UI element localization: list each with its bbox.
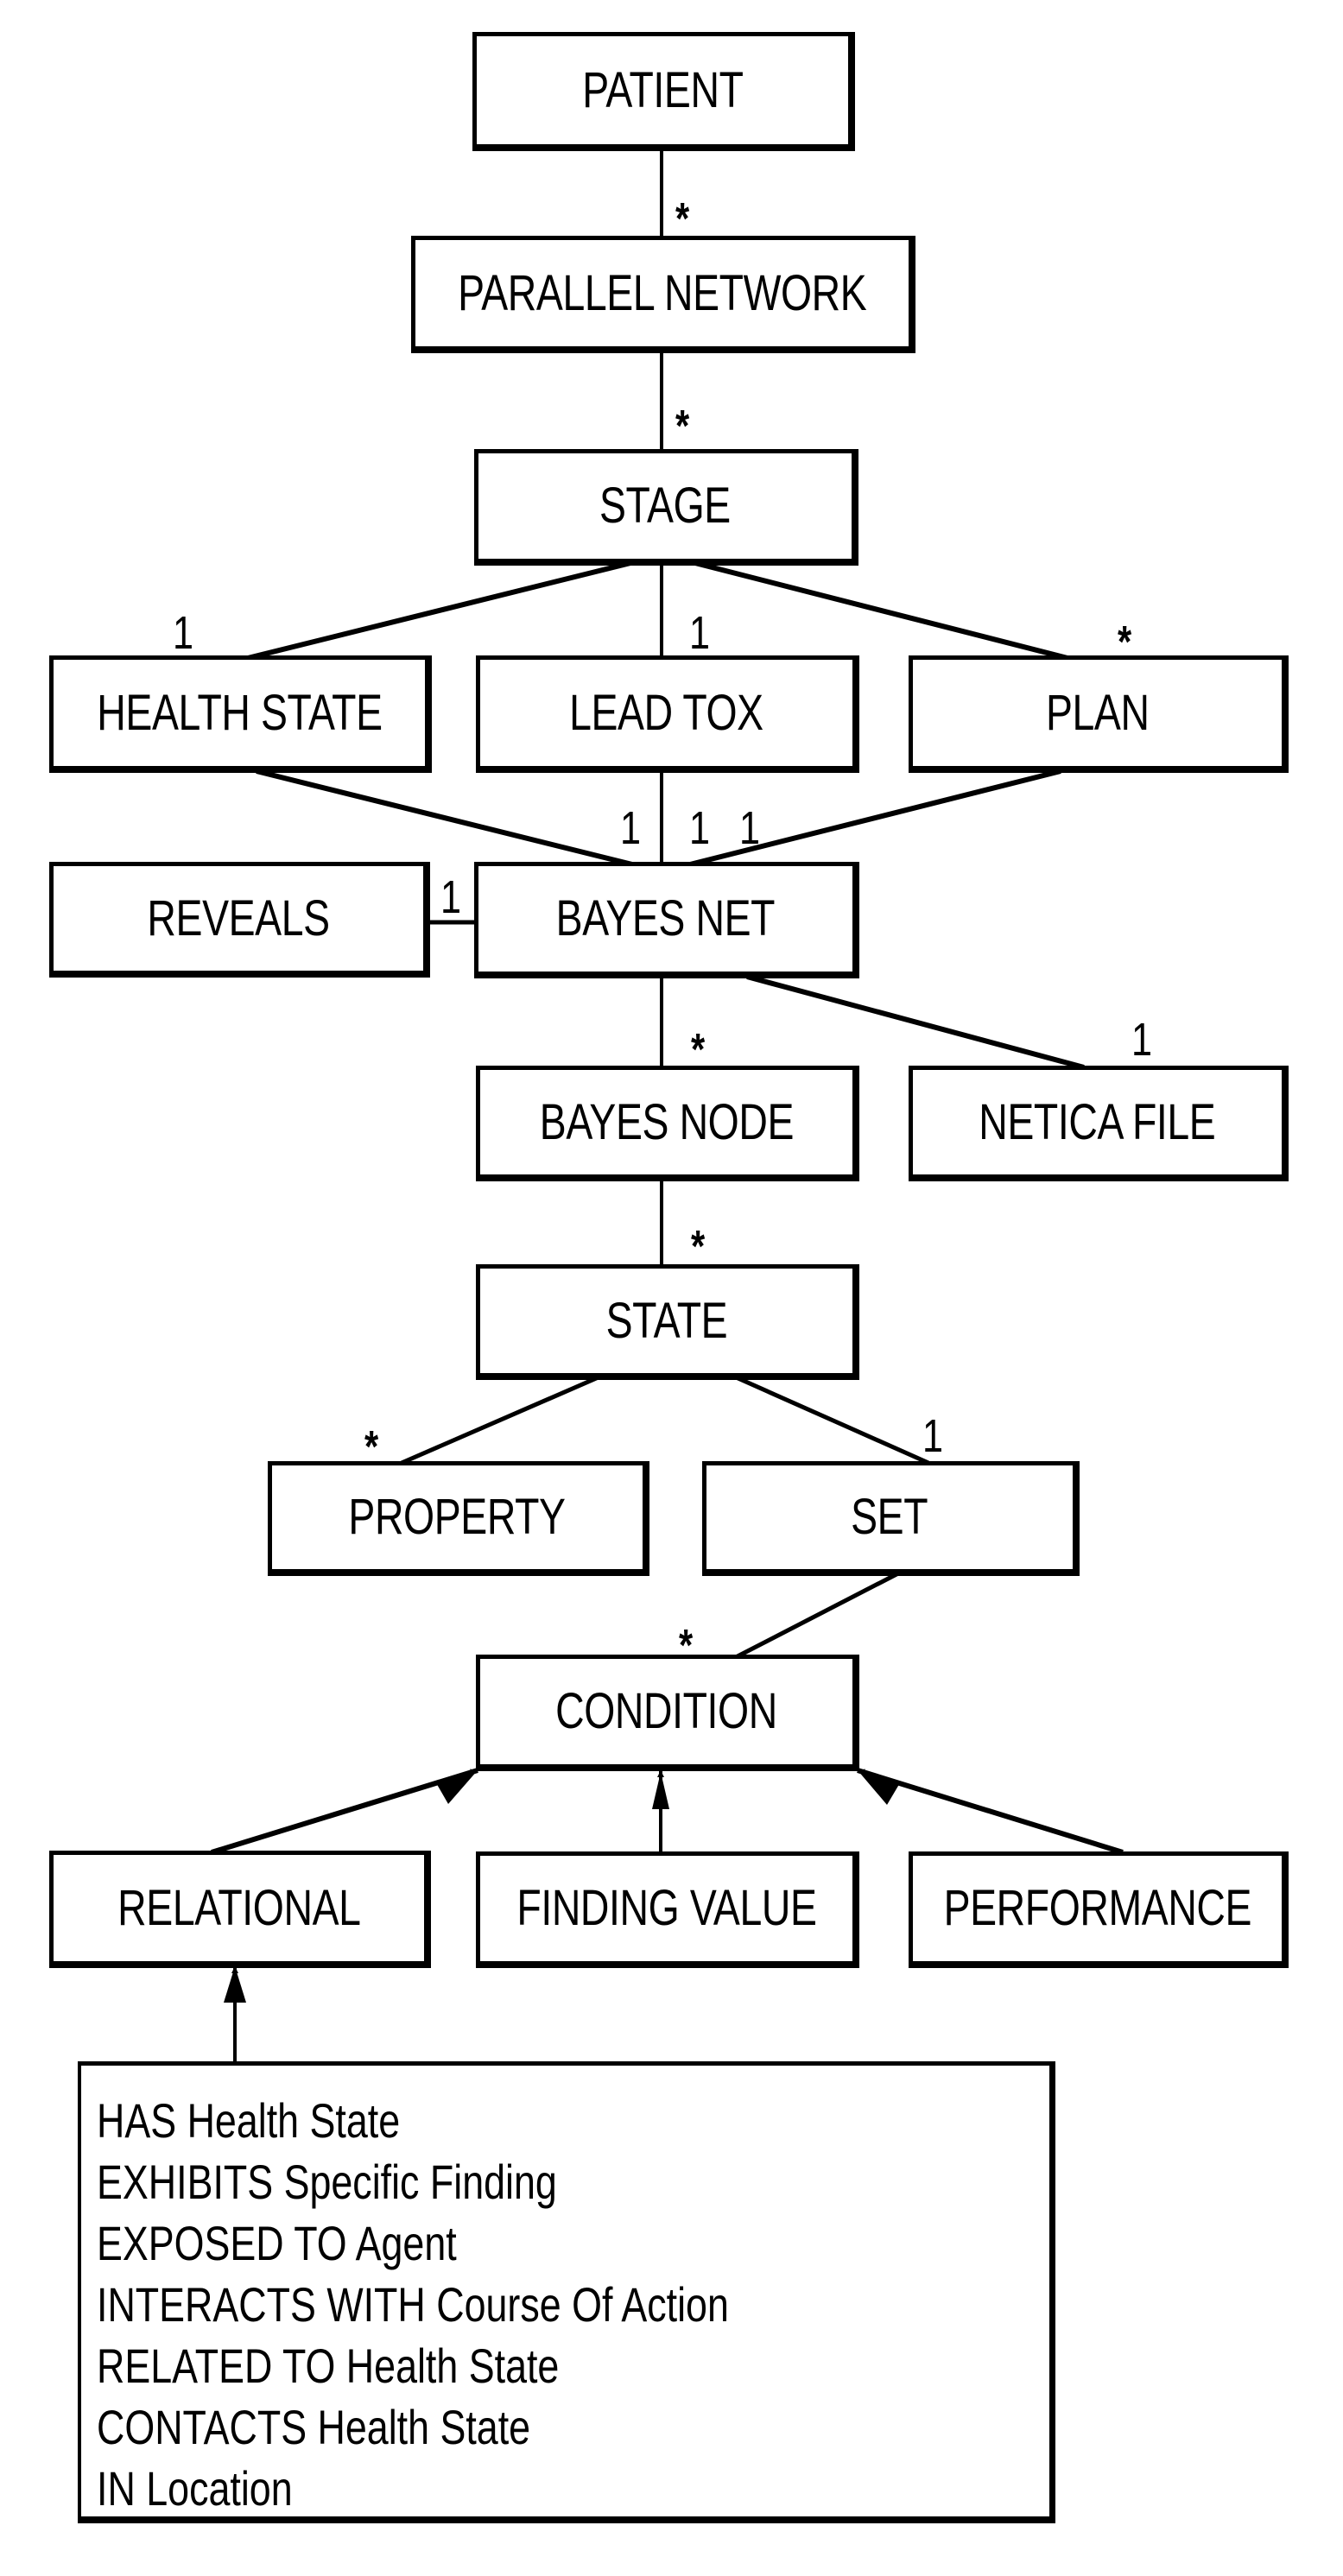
class-box-parallel-network[interactable]: PARALLEL NETWORK — [411, 236, 915, 353]
class-box-performance[interactable]: PERFORMANCE — [909, 1851, 1289, 1968]
class-box-bayes-net[interactable]: BAYES NET — [474, 862, 859, 978]
multiplicity-label: 1 — [689, 607, 711, 659]
class-box-patient[interactable]: PATIENT — [472, 32, 855, 151]
relation-item: CONTACTS Health State — [97, 2400, 531, 2454]
class-label: PROPERTY — [348, 1489, 567, 1545]
diagram-canvas: PATIENT PARALLEL NETWORK STAGE HEALTH ST… — [0, 0, 1343, 2576]
link-stage-health-state — [247, 560, 631, 661]
class-box-health-state[interactable]: HEALTH STATE — [49, 655, 432, 773]
relation-item: HAS Health State — [97, 2093, 401, 2148]
multiplicity-label: * — [679, 1621, 694, 1671]
class-label: PARALLEL NETWORK — [457, 264, 867, 321]
class-label: BAYES NET — [555, 890, 776, 946]
multiplicity-label: * — [675, 402, 690, 452]
multiplicity-label: 1 — [739, 802, 761, 854]
class-label: REVEALS — [147, 889, 330, 946]
class-box-lead-tox[interactable]: LEAD TOX — [476, 655, 859, 773]
class-box-property[interactable]: PROPERTY — [268, 1461, 649, 1576]
class-label: SET — [851, 1489, 928, 1545]
class-label: HEALTH STATE — [96, 684, 383, 741]
class-label: FINDING VALUE — [516, 1880, 817, 1936]
class-box-netica-file[interactable]: NETICA FILE — [909, 1066, 1289, 1181]
class-label: STATE — [605, 1292, 727, 1349]
multiplicity-label: * — [691, 1025, 706, 1075]
class-label: LEAD TOX — [569, 684, 763, 741]
class-box-plan[interactable]: PLAN — [909, 655, 1289, 773]
multiplicity-label: * — [1118, 617, 1132, 668]
class-label: PATIENT — [581, 61, 744, 118]
class-label: RELATIONAL — [117, 1879, 361, 1936]
relation-item: EXHIBITS Specific Finding — [97, 2155, 557, 2209]
multiplicity-label: * — [691, 1222, 706, 1272]
class-box-stage[interactable]: STAGE — [474, 449, 858, 566]
link-set-condition — [734, 1571, 900, 1660]
class-box-reveals[interactable]: REVEALS — [49, 862, 430, 978]
relation-item: INTERACTS WITH Course Of Action — [97, 2277, 729, 2332]
class-box-set[interactable]: SET — [702, 1461, 1080, 1576]
multiplicity-label: 1 — [173, 607, 194, 659]
multiplicity-label: 1 — [620, 802, 642, 854]
relations-box[interactable]: HAS Health State EXHIBITS Specific Findi… — [78, 2061, 1055, 2523]
class-label: STAGE — [599, 478, 731, 534]
class-label: NETICA FILE — [979, 1093, 1216, 1150]
multiplicity-label: 1 — [1131, 1014, 1153, 1066]
class-label: CONDITION — [555, 1683, 777, 1739]
arrowhead-relations-box — [224, 1966, 246, 2003]
arrowhead-finding-value — [652, 1772, 669, 1809]
multiplicity-label: 1 — [922, 1410, 944, 1462]
multiplicity-label: 1 — [689, 802, 711, 854]
link-state-property — [401, 1374, 601, 1465]
class-box-condition[interactable]: CONDITION — [476, 1655, 859, 1771]
class-label: BAYES NODE — [539, 1093, 794, 1150]
link-bayes-net-netica-file — [746, 974, 1085, 1070]
link-state-set — [732, 1374, 930, 1465]
multiplicity-label: * — [675, 194, 690, 244]
class-box-relational[interactable]: RELATIONAL — [49, 1851, 431, 1968]
class-box-finding-value[interactable]: FINDING VALUE — [476, 1851, 859, 1968]
relation-item: IN Location — [97, 2461, 293, 2516]
link-health-state-bayes-net — [256, 769, 633, 867]
link-stage-plan — [694, 560, 1068, 661]
class-label: PERFORMANCE — [943, 1880, 1251, 1936]
class-label: PLAN — [1045, 684, 1150, 741]
class-box-bayes-node[interactable]: BAYES NODE — [476, 1066, 859, 1181]
class-box-state[interactable]: STATE — [476, 1264, 859, 1380]
relation-item: EXPOSED TO Agent — [97, 2216, 457, 2270]
multiplicity-label: * — [364, 1422, 379, 1472]
relations-list: HAS Health State EXHIBITS Specific Findi… — [97, 2090, 887, 2519]
multiplicity-label: 1 — [440, 871, 462, 923]
relation-item: RELATED TO Health State — [97, 2339, 560, 2393]
